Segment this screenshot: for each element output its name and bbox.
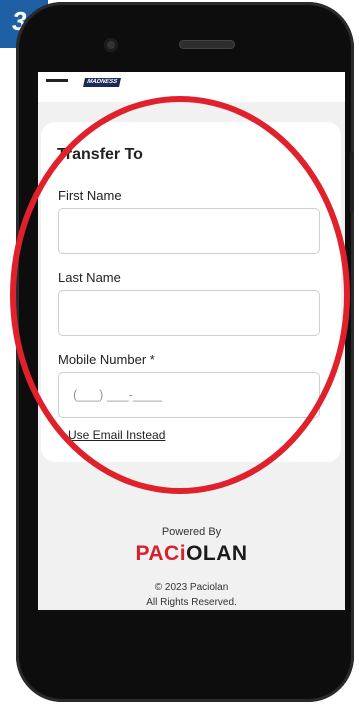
app-header: MADNESS	[38, 72, 345, 102]
phone-screen: MADNESS Transfer To First Name Last Name…	[38, 72, 345, 610]
copyright-text: © 2023 Paciolan	[154, 582, 229, 593]
speaker-grille	[179, 40, 235, 49]
last-name-input[interactable]	[58, 290, 320, 336]
logo-part-red: PACi	[135, 542, 187, 565]
phone-side-button	[350, 152, 354, 212]
camera-icon	[104, 38, 118, 52]
first-name-label: First Name	[58, 188, 122, 203]
brand-logo: MADNESS	[83, 78, 121, 87]
paciolan-logo: PACiOLAN	[38, 542, 345, 566]
mobile-number-input[interactable]: (___) ___-____	[58, 372, 320, 418]
logo-part-dark: OLAN	[186, 542, 248, 565]
menu-icon[interactable]	[46, 79, 68, 82]
powered-by-text: Powered By	[161, 526, 222, 538]
last-name-label: Last Name	[58, 270, 121, 285]
first-name-input[interactable]	[58, 208, 320, 254]
mobile-number-label: Mobile Number *	[58, 352, 155, 367]
form-title: Transfer To	[57, 146, 143, 163]
mobile-number-placeholder: (___) ___-____	[73, 387, 162, 402]
use-email-link[interactable]: Use Email Instead	[68, 428, 165, 442]
rights-text: All Rights Reserved.	[146, 597, 237, 608]
